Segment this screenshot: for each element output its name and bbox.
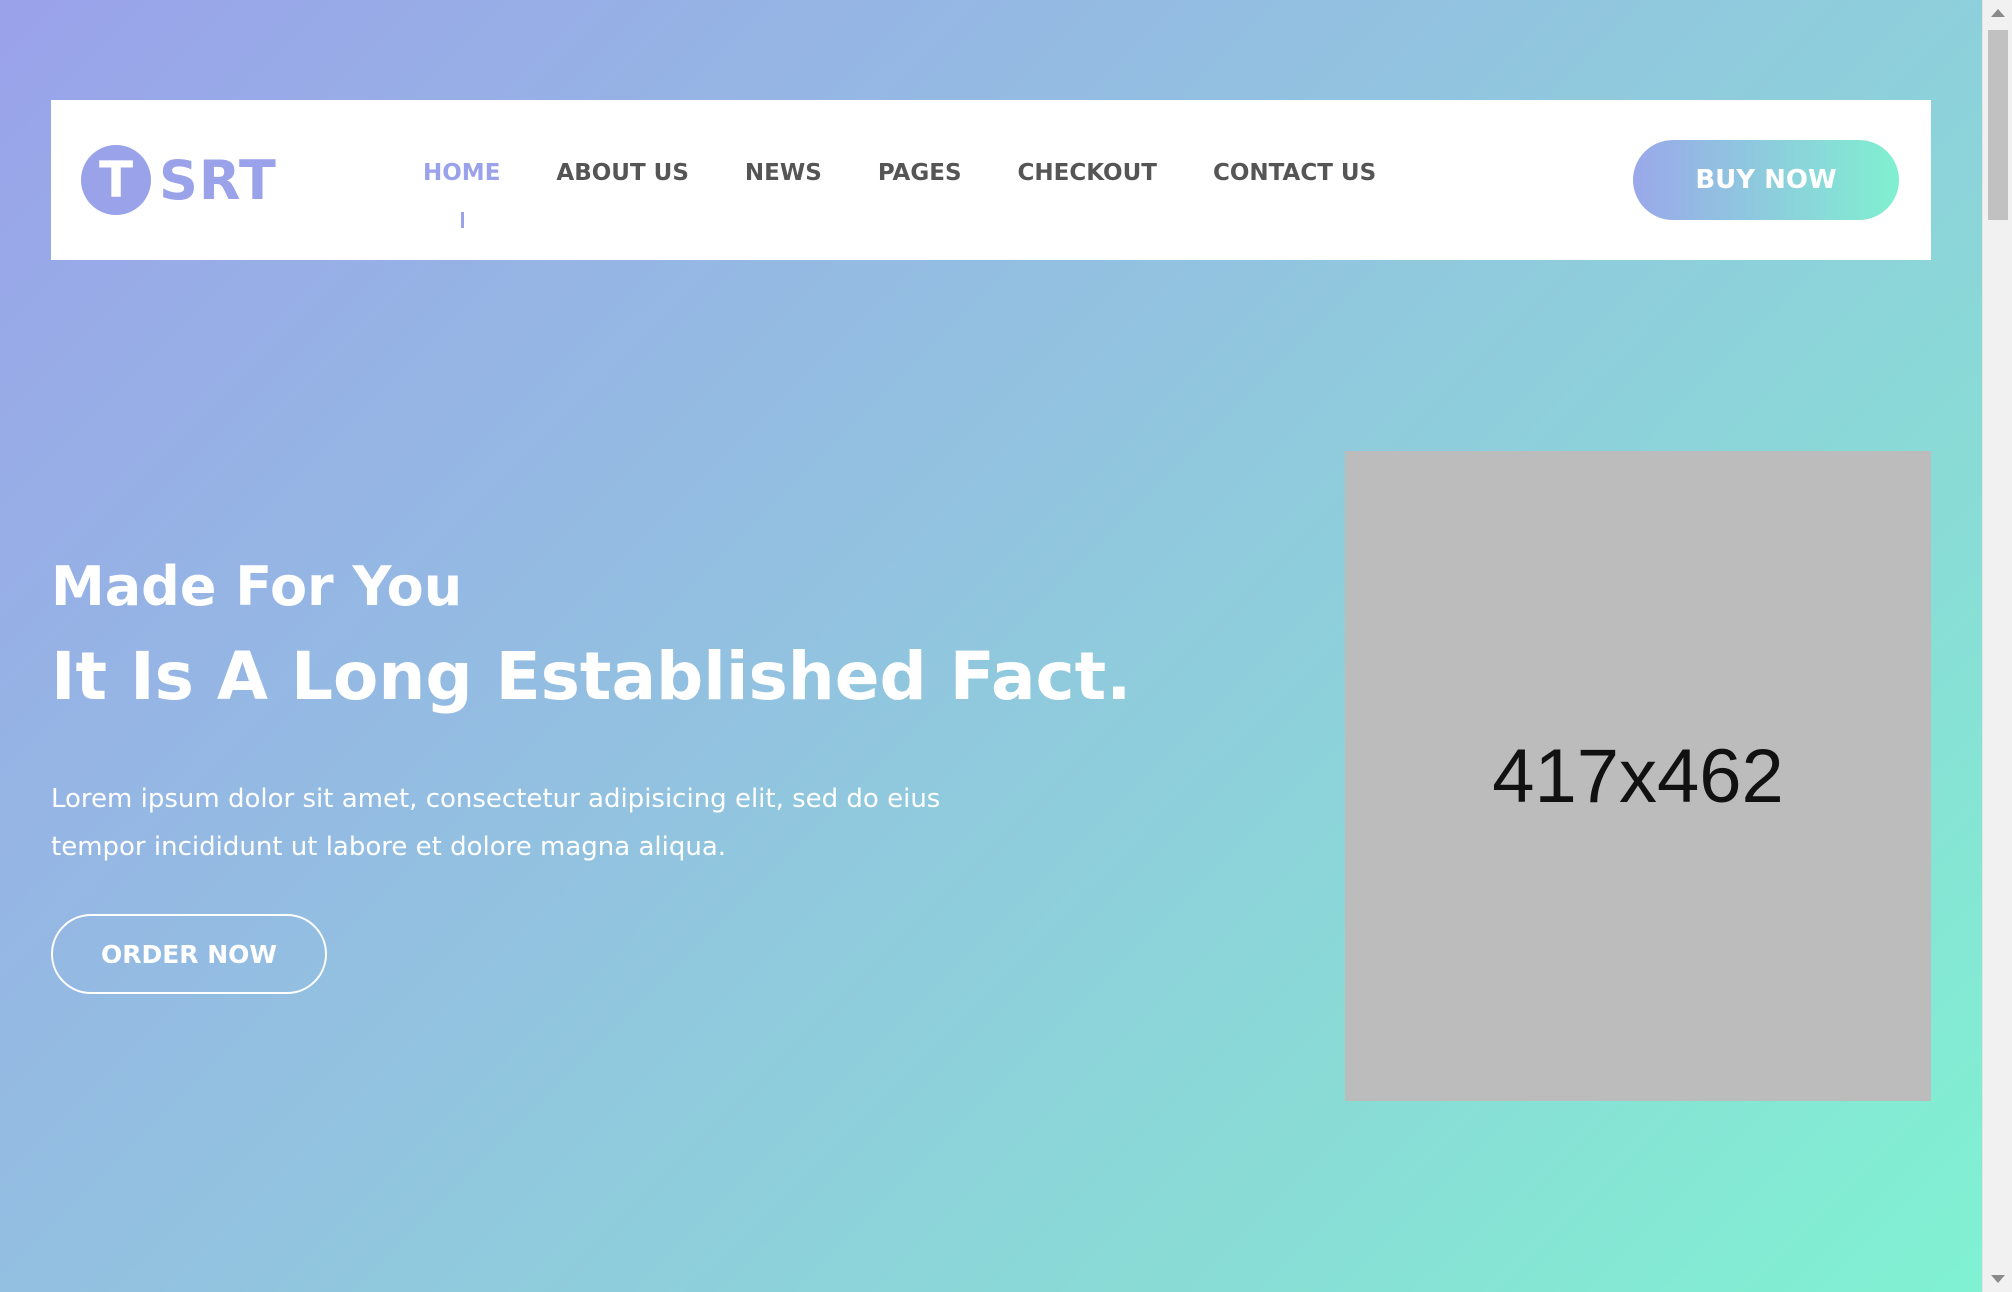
scroll-down-arrow-icon[interactable] <box>1983 1266 2012 1292</box>
nav-item-label: CONTACT US <box>1212 160 1377 186</box>
logo[interactable]: T SRT <box>81 145 277 215</box>
site-header: T SRT HOME ABOUT US NEWS PAGES CHECKOUT … <box>51 100 1931 260</box>
hero-description-line: Lorem ipsum dolor sit amet, consectetur … <box>51 784 941 814</box>
nav-item-home[interactable]: HOME <box>423 160 501 228</box>
nav-item-label: ABOUT US <box>556 160 689 186</box>
scrollbar-thumb[interactable] <box>1988 30 2008 220</box>
nav-item-label: NEWS <box>744 160 822 186</box>
order-now-button[interactable]: ORDER NOW <box>51 914 327 994</box>
nav-item-label: HOME <box>423 160 501 186</box>
nav-item-news[interactable]: NEWS <box>745 160 822 186</box>
hero-subtitle: Made For You <box>51 555 463 618</box>
active-indicator <box>460 212 464 228</box>
nav-item-about-us[interactable]: ABOUT US <box>556 160 689 186</box>
hero-image-placeholder: 417x462 <box>1345 451 1931 1101</box>
nav-item-label: PAGES <box>877 160 962 186</box>
logo-text: SRT <box>159 148 277 212</box>
vertical-scrollbar[interactable] <box>1982 0 2012 1292</box>
buy-now-button[interactable]: BUY NOW <box>1633 140 1899 220</box>
hero-description: Lorem ipsum dolor sit amet, consectetur … <box>51 775 1051 871</box>
nav-item-pages[interactable]: PAGES <box>878 160 962 186</box>
hero-description-line: tempor incididunt ut labore et dolore ma… <box>51 832 727 862</box>
scroll-up-arrow-icon[interactable] <box>1983 0 2012 26</box>
nav-item-contact-us[interactable]: CONTACT US <box>1213 160 1376 186</box>
main-nav: HOME ABOUT US NEWS PAGES CHECKOUT CONTAC… <box>423 160 1432 228</box>
nav-item-checkout[interactable]: CHECKOUT <box>1018 160 1157 186</box>
hero-title: It Is A Long Established Fact. <box>51 638 1132 715</box>
page-background: T SRT HOME ABOUT US NEWS PAGES CHECKOUT … <box>0 0 1982 1292</box>
logo-badge: T <box>81 145 151 215</box>
nav-item-label: CHECKOUT <box>1017 160 1157 186</box>
